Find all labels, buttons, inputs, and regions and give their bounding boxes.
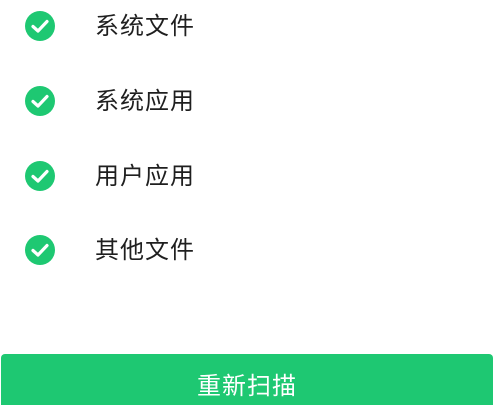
scan-item-user-apps: 用户应用 [0,156,500,196]
scan-item-label: 系统应用 [95,87,195,115]
check-circle-icon [24,10,56,42]
check-circle-icon [24,234,56,266]
scan-item-label: 系统文件 [95,12,195,40]
check-circle-icon [24,85,56,117]
scan-item-label: 其他文件 [95,236,195,264]
rescan-button-label: 重新扫描 [197,372,297,400]
scan-item-system-apps: 系统应用 [0,81,500,121]
scan-result-screen: 系统文件 系统应用 用户应用 其他文件 重新扫描 [0,0,500,405]
scan-item-label: 用户应用 [95,162,195,190]
rescan-button[interactable]: 重新扫描 [1,354,493,405]
scan-item-system-files: 系统文件 [0,6,500,46]
scan-item-other-files: 其他文件 [0,230,500,270]
check-circle-icon [24,160,56,192]
